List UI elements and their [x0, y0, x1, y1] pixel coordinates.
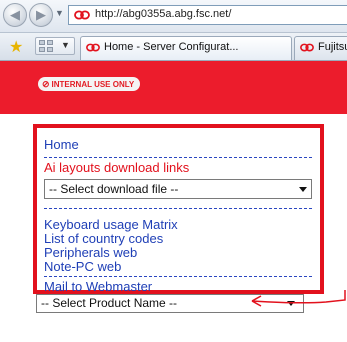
- tab-label: Home - Server Configurat...: [104, 41, 239, 53]
- tab-fujitsu[interactable]: Fujitsu: [294, 36, 347, 60]
- tab-label: Fujitsu: [318, 41, 347, 53]
- no-entry-icon: ⊘: [42, 79, 50, 89]
- history-dropdown-icon[interactable]: ▼: [55, 8, 64, 18]
- dropdown-arrow-icon: [287, 301, 295, 306]
- site-favicon-icon: [300, 43, 314, 52]
- page-content: Home Ai layouts download links -- Select…: [0, 114, 347, 342]
- back-arrow-icon: ◀: [10, 7, 20, 22]
- back-button[interactable]: ◀: [3, 3, 27, 27]
- internal-use-badge: ⊘ INTERNAL USE ONLY: [38, 77, 141, 91]
- tab-bar: ★ ▼ Home - Server Configurat... Fujitsu: [0, 33, 347, 61]
- quick-tabs-button[interactable]: ▼: [35, 37, 75, 55]
- menu-divider: [44, 276, 312, 277]
- mail-webmaster-link[interactable]: Mail to Webmaster: [44, 280, 152, 294]
- favorites-star-icon[interactable]: ★: [9, 37, 23, 57]
- forward-button[interactable]: ▶: [29, 3, 53, 27]
- tab-list-dropdown-icon[interactable]: ▼: [61, 40, 70, 50]
- ai-layouts-link[interactable]: Ai layouts download links: [44, 161, 189, 175]
- quick-tabs-icon: [39, 40, 54, 52]
- country-codes-link[interactable]: List of country codes: [44, 232, 163, 246]
- home-link[interactable]: Home: [44, 138, 79, 152]
- badge-label: INTERNAL USE ONLY: [51, 80, 135, 89]
- tab-server-configurator[interactable]: Home - Server Configurat...: [80, 36, 292, 60]
- page-header: ⊘ INTERNAL USE ONLY: [0, 61, 347, 114]
- menu-divider: [44, 157, 312, 158]
- download-file-select[interactable]: -- Select download file --: [44, 179, 312, 199]
- forward-arrow-icon: ▶: [36, 7, 46, 22]
- product-name-select[interactable]: -- Select Product Name --: [36, 294, 304, 313]
- menu-divider: [44, 208, 312, 209]
- site-favicon-icon: [86, 43, 100, 52]
- select-value: -- Select download file --: [49, 182, 179, 196]
- site-favicon-icon: [74, 10, 90, 20]
- navigation-bar: ◀ ▶ ▼ http://abg0355a.abg.fsc.net/: [0, 0, 347, 33]
- select-value: -- Select Product Name --: [41, 296, 178, 310]
- dropdown-arrow-icon: [299, 187, 307, 192]
- note-pc-link[interactable]: Note-PC web: [44, 260, 121, 274]
- address-bar[interactable]: http://abg0355a.abg.fsc.net/: [68, 5, 347, 25]
- url-text: http://abg0355a.abg.fsc.net/: [95, 8, 232, 20]
- navigation-menu-highlight: Home Ai layouts download links -- Select…: [33, 124, 324, 294]
- browser-window: ◀ ▶ ▼ http://abg0355a.abg.fsc.net/ ★ ▼ H…: [0, 0, 347, 342]
- keyboard-matrix-link[interactable]: Keyboard usage Matrix: [44, 218, 178, 232]
- peripherals-link[interactable]: Peripherals web: [44, 246, 137, 260]
